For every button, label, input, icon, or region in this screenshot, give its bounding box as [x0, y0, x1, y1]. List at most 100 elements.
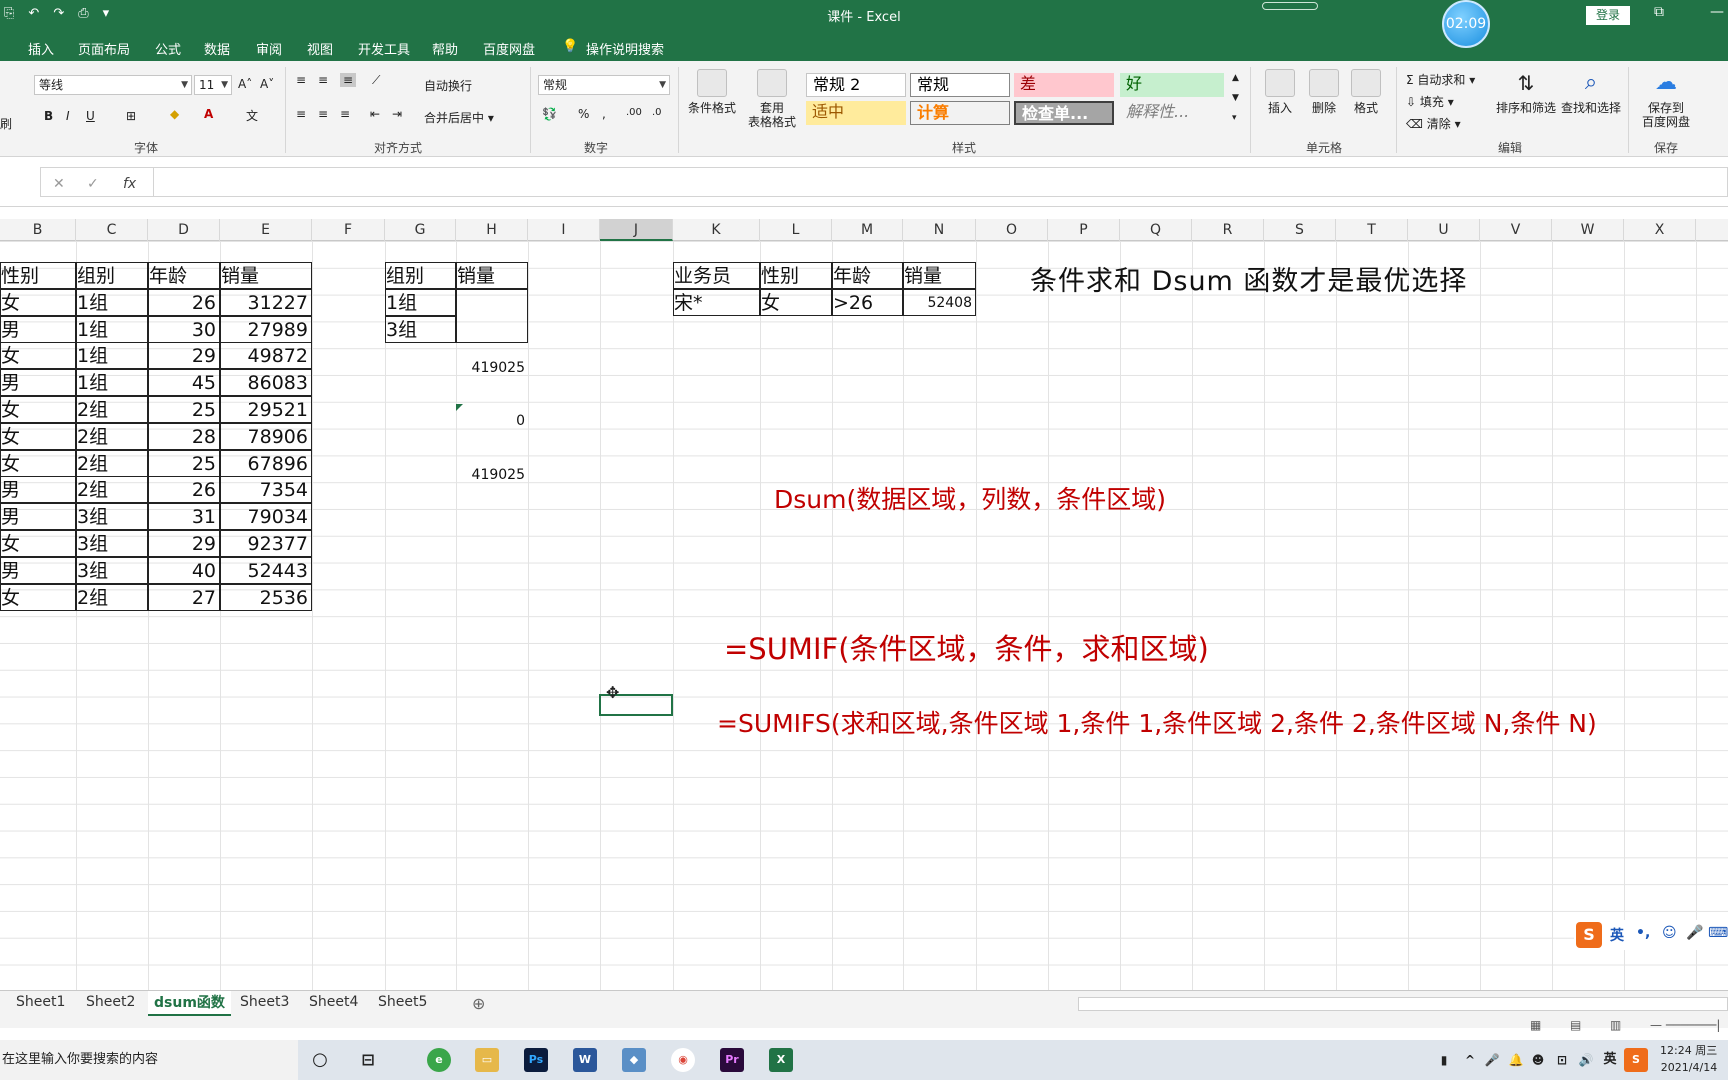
table-cell[interactable]: 27989 [220, 315, 312, 343]
table-cell[interactable]: 男 [0, 556, 76, 584]
style-normal2[interactable]: 常规 2 [806, 73, 906, 97]
table-cell[interactable]: 女 [0, 583, 76, 611]
zoom-slider[interactable]: — ───────| [1650, 1018, 1720, 1032]
criteria-cell[interactable]: 3组 [385, 315, 456, 343]
clear-button[interactable]: ⌫ 清除 ▾ [1406, 115, 1461, 132]
table-cell[interactable]: 男 [0, 369, 76, 397]
column-header[interactable]: B [0, 219, 76, 241]
underline-icon[interactable]: U [86, 109, 95, 123]
table-header[interactable]: 组别 [76, 262, 148, 289]
orientation-icon[interactable]: ⟋ [372, 73, 380, 88]
table-cell[interactable]: 78906 [220, 422, 312, 450]
table-cell[interactable]: 26 [148, 476, 220, 504]
ribbon-display-icon[interactable]: ⧉ [1654, 4, 1664, 20]
tray-notify-icon[interactable]: 🔔 [1504, 1048, 1528, 1072]
format-painter-partial[interactable]: 刷 [0, 115, 12, 132]
result-cell-h[interactable]: 419025 [456, 462, 528, 489]
column-header[interactable]: J [600, 219, 673, 241]
column-header[interactable]: Q [1120, 219, 1192, 241]
table-cell[interactable]: 28 [148, 422, 220, 450]
result-cell-h[interactable]: 0 [456, 408, 528, 435]
tray-ime-icon[interactable]: ☻ [1526, 1048, 1550, 1072]
tab-help[interactable]: 帮助 [432, 39, 458, 58]
mic-icon[interactable]: 🎤 [1686, 925, 1703, 941]
criteria-header[interactable]: 销量 [456, 262, 528, 289]
table-cell[interactable]: 女 [0, 449, 76, 477]
browser-360-icon[interactable]: e [427, 1048, 451, 1072]
app-icon[interactable]: ◆ [622, 1048, 646, 1072]
table-cell[interactable]: 1组 [76, 288, 148, 316]
table-header[interactable]: 性别 [0, 262, 76, 289]
table-cell[interactable]: 49872 [220, 342, 312, 370]
style-normal[interactable]: 常规 [910, 73, 1010, 97]
italic-icon[interactable]: I [66, 109, 70, 123]
column-header[interactable]: F [312, 219, 385, 241]
tab-page-layout[interactable]: 页面布局 [78, 39, 130, 58]
insert-cells-button[interactable]: 插入 [1260, 69, 1300, 115]
result-cell-h[interactable]: 419025 [456, 355, 528, 382]
wrap-text-button[interactable]: 自动换行 [424, 77, 472, 94]
column-header[interactable]: G [385, 219, 456, 241]
format-as-table-button[interactable]: 套用 表格格式 [744, 69, 800, 129]
column-header[interactable]: T [1336, 219, 1408, 241]
tray-volume-icon[interactable]: 🔊 [1574, 1048, 1598, 1072]
table-cell[interactable]: 52443 [220, 556, 312, 584]
column-header[interactable]: O [976, 219, 1048, 241]
table-cell[interactable]: 29 [148, 530, 220, 557]
normal-view-icon[interactable]: ▦ [1530, 1018, 1541, 1032]
column-header[interactable]: P [1048, 219, 1120, 241]
font-color-icon[interactable]: A [204, 107, 213, 121]
decrease-decimal-icon[interactable]: .0 [652, 107, 662, 118]
align-center-icon[interactable]: ≡ [318, 107, 328, 121]
table-cell[interactable]: 女 [0, 530, 76, 557]
enter-icon[interactable]: ✓ [87, 176, 99, 192]
criteria2-header[interactable]: 业务员 [673, 262, 760, 289]
style-check[interactable]: 检查单... [1014, 101, 1114, 125]
table-cell[interactable]: 30 [148, 315, 220, 343]
table-cell[interactable]: 45 [148, 369, 220, 397]
table-header[interactable]: 年龄 [148, 262, 220, 289]
table-cell[interactable]: 31 [148, 503, 220, 531]
style-explain[interactable]: 解释性... [1120, 101, 1224, 125]
table-cell[interactable]: 25 [148, 449, 220, 477]
table-cell[interactable]: 男 [0, 503, 76, 531]
autosum-button[interactable]: Σ 自动求和 ▾ [1406, 71, 1475, 88]
page-break-icon[interactable]: ▥ [1610, 1018, 1621, 1032]
column-header[interactable]: K [673, 219, 760, 241]
bold-icon[interactable]: B [44, 109, 53, 123]
style-calc[interactable]: 计算 [910, 101, 1010, 125]
table-cell[interactable]: 1组 [76, 342, 148, 370]
emoji-icon[interactable]: ☺ [1662, 925, 1677, 941]
table-cell[interactable]: 40 [148, 556, 220, 584]
merge-center-button[interactable]: 合并后居中 ▾ [424, 109, 494, 126]
sheet-tab[interactable]: Sheet4 [303, 994, 364, 1010]
taskbar-clock[interactable]: 12:24 周三 2021/4/14 [1660, 1042, 1717, 1076]
find-select-button[interactable]: ⌕ 查找和选择 [1560, 69, 1622, 115]
sogou-icon[interactable]: S [1576, 922, 1602, 948]
criteria2-header[interactable]: 销量 [903, 262, 976, 289]
cortana-icon[interactable]: ○ [308, 1048, 332, 1072]
currency-icon[interactable]: 💱 [542, 107, 557, 121]
sheet-tab-active[interactable]: dsum函数 [148, 991, 231, 1016]
column-header[interactable]: E [220, 219, 312, 241]
punctuation-icon[interactable]: •, [1636, 925, 1650, 941]
style-bad[interactable]: 差 [1014, 73, 1114, 97]
file-explorer-icon[interactable]: ▭ [475, 1048, 499, 1072]
table-cell[interactable]: 女 [0, 422, 76, 450]
tray-mic-icon[interactable]: 🎤 [1480, 1048, 1504, 1072]
column-header[interactable]: C [76, 219, 148, 241]
tab-formulas[interactable]: 公式 [155, 39, 181, 58]
table-cell[interactable]: 67896 [220, 449, 312, 477]
tab-baidu[interactable]: 百度网盘 [483, 39, 535, 58]
align-right-icon[interactable]: ≡ [340, 107, 350, 121]
tray-expand-icon[interactable]: ^ [1458, 1048, 1482, 1072]
number-format-combo[interactable]: 常规 ▼ [538, 75, 670, 95]
ime-lang[interactable]: 英 [1610, 925, 1624, 945]
column-header[interactable]: M [832, 219, 903, 241]
sort-filter-button[interactable]: ⇅ 排序和筛选 [1496, 69, 1556, 115]
shrink-font-icon[interactable]: A˅ [260, 77, 274, 91]
criteria2-cell[interactable]: 52408 [903, 288, 976, 316]
align-left-icon[interactable]: ≡ [296, 107, 306, 121]
tell-me-search[interactable]: 操作说明搜索 [586, 39, 664, 58]
table-cell[interactable]: 女 [0, 288, 76, 316]
